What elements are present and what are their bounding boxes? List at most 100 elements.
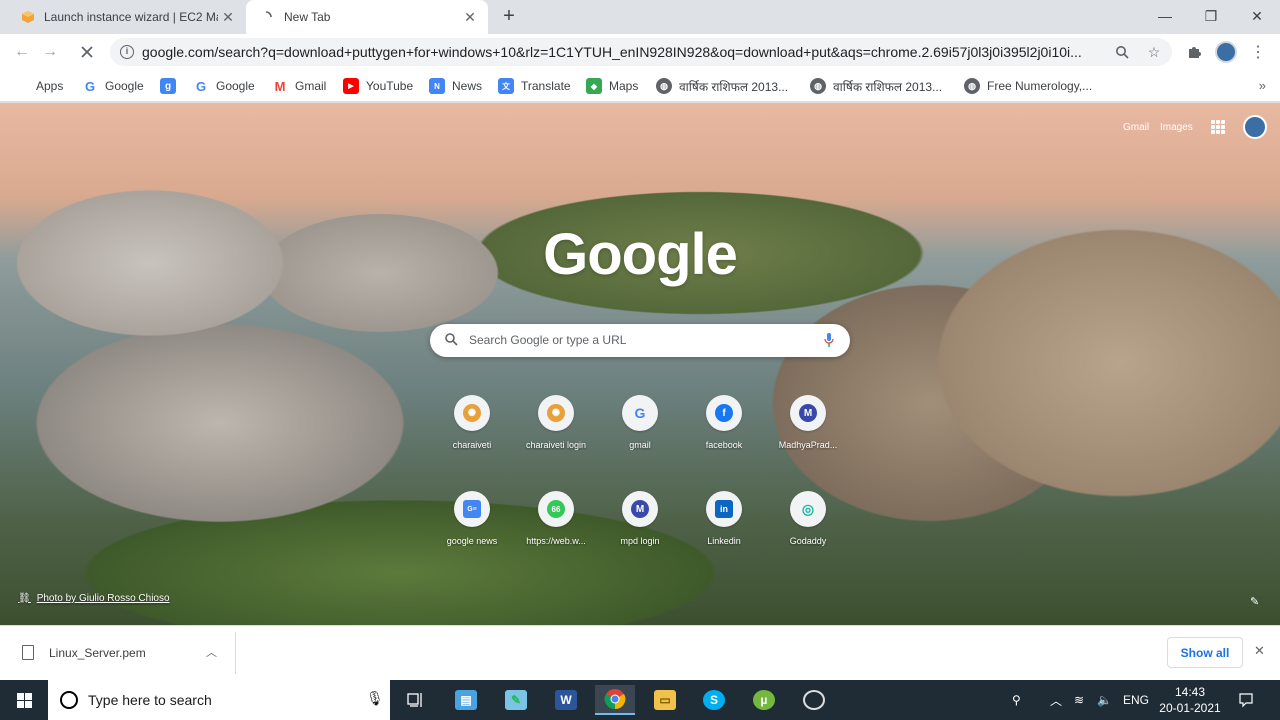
- shortcut-linkedin[interactable]: in Linkedin: [679, 491, 769, 546]
- download-item[interactable]: Linux_Server.pem ︿: [0, 632, 236, 674]
- close-window-button[interactable]: ✕: [1234, 0, 1280, 32]
- taskbar-search-box[interactable]: Type here to search 🎙: [48, 680, 390, 720]
- cortana-ring-icon: [60, 691, 78, 709]
- shortcut-mpd-login[interactable]: M mpd login: [595, 491, 685, 546]
- menu-kebab-icon[interactable]: ⋮: [1246, 40, 1270, 64]
- google-apps-icon[interactable]: [1211, 120, 1225, 134]
- bookmark-news[interactable]: N News: [429, 76, 482, 96]
- google-g-icon: G: [195, 78, 207, 94]
- word-icon[interactable]: W: [546, 685, 586, 715]
- bookmark-star-icon[interactable]: ☆: [1146, 44, 1162, 60]
- start-button[interactable]: [0, 680, 48, 720]
- microphone-icon[interactable]: 🎙: [366, 690, 384, 707]
- shortcut-label: gmail: [629, 440, 651, 450]
- restore-button[interactable]: ❐: [1188, 0, 1234, 32]
- volume-icon[interactable]: 🔈: [1097, 680, 1112, 720]
- search-placeholder[interactable]: Search Google or type a URL: [469, 333, 626, 347]
- voice-search-mic-icon[interactable]: [824, 332, 834, 348]
- tray-chevron-up-icon[interactable]: ︿: [1050, 680, 1062, 720]
- back-arrow-icon[interactable]: ←: [9, 39, 35, 65]
- aws-cube-icon: [20, 9, 36, 25]
- shortcut-madhyapradesh[interactable]: M MadhyaPrad...: [763, 395, 853, 450]
- taskbar-app-contacts-icon[interactable]: ▤: [446, 685, 486, 715]
- shortcut-icon-wrap: M: [790, 395, 826, 431]
- new-tab-button[interactable]: +: [498, 6, 520, 28]
- youtube-icon: ▶: [343, 78, 359, 94]
- bookmarks-overflow-icon[interactable]: »: [1259, 78, 1266, 93]
- shortcut-gmail[interactable]: G gmail: [595, 395, 685, 450]
- gmail-link[interactable]: Gmail: [1123, 122, 1149, 133]
- gmail-icon: M: [274, 78, 286, 94]
- bookmark-rashifal-1[interactable]: ◍ वार्षिक राशिफल 2013...: [656, 76, 788, 96]
- charaiveti-icon: ✺: [463, 404, 481, 422]
- photo-credit-link[interactable]: ⛓ Photo by Giulio Rosso Chioso: [18, 593, 170, 604]
- photo-credit-text: Photo by Giulio Rosso Chioso: [36, 593, 170, 604]
- shortcut-icon-wrap: 66: [538, 491, 574, 527]
- utorrent-icon[interactable]: µ: [744, 685, 784, 715]
- bookmark-gmail[interactable]: M Gmail: [272, 76, 327, 96]
- google-plus-icon: g: [160, 78, 176, 94]
- tab-ec2-wizard[interactable]: Launch instance wizard | EC2 Ma ✕: [8, 0, 246, 34]
- site-info-icon[interactable]: i: [120, 45, 134, 59]
- notifications-icon[interactable]: [1238, 680, 1254, 720]
- task-view-icon[interactable]: [396, 685, 436, 715]
- minimize-button[interactable]: —: [1142, 0, 1188, 32]
- zoom-search-icon[interactable]: [1114, 44, 1130, 60]
- bookmark-label: Gmail: [295, 79, 327, 93]
- shortcut-godaddy[interactable]: ◎ Godaddy: [763, 491, 853, 546]
- shortcut-charaiveti[interactable]: ✺ charaiveti: [427, 395, 517, 450]
- download-shelf: Linux_Server.pem ︿ Show all ✕: [0, 625, 1280, 680]
- bookmark-maps[interactable]: ◆ Maps: [586, 76, 638, 96]
- shortcut-charaiveti-login[interactable]: ✺ charaiveti login: [511, 395, 601, 450]
- ntp-search-box[interactable]: Search Google or type a URL: [430, 324, 850, 357]
- obs-icon[interactable]: [794, 685, 834, 715]
- tab-close-icon[interactable]: ✕: [460, 7, 480, 27]
- address-bar[interactable]: i google.com/search?q=download+puttygen+…: [110, 38, 1172, 66]
- shortcut-google-news[interactable]: G≡ google news: [427, 491, 517, 546]
- shortcut-icon-wrap: ◎: [790, 491, 826, 527]
- extensions-puzzle-icon[interactable]: [1182, 40, 1206, 64]
- customize-pencil-icon[interactable]: ✎: [1250, 595, 1259, 608]
- profile-avatar[interactable]: [1214, 40, 1238, 64]
- taskbar-app-paint-icon[interactable]: ✎: [496, 685, 536, 715]
- bookmark-google-plus[interactable]: g: [160, 76, 183, 96]
- tab-new-tab[interactable]: New Tab ✕: [246, 0, 488, 34]
- bookmark-youtube[interactable]: ▶ YouTube: [343, 76, 413, 96]
- stop-loading-icon[interactable]: [74, 39, 100, 65]
- people-icon[interactable]: ⚲: [1012, 680, 1021, 720]
- shortcut-facebook[interactable]: f facebook: [679, 395, 769, 450]
- bookmark-numerology[interactable]: ◍ Free Numerology,...: [964, 76, 1092, 96]
- shortcut-icon-wrap: G: [622, 395, 658, 431]
- shortcut-web-whatsapp[interactable]: 66 https://web.w...: [511, 491, 601, 546]
- chevron-up-icon[interactable]: ︿: [206, 644, 217, 660]
- account-avatar[interactable]: [1243, 115, 1267, 139]
- tab-strip: Launch instance wizard | EC2 Ma ✕ New Ta…: [0, 0, 1280, 34]
- shortcut-icon-wrap: in: [706, 491, 742, 527]
- bookmark-google[interactable]: G Google: [82, 76, 144, 96]
- shortcut-label: charaiveti login: [525, 440, 587, 450]
- loading-spinner-icon: [258, 9, 274, 25]
- skype-icon[interactable]: S: [694, 685, 734, 715]
- linkedin-icon: in: [715, 500, 733, 518]
- forward-arrow-icon[interactable]: →: [37, 39, 63, 65]
- wifi-icon[interactable]: ≋: [1074, 680, 1084, 720]
- taskbar-clock[interactable]: 14:43 20-01-2021: [1154, 684, 1226, 716]
- bookmark-translate[interactable]: 文 Translate: [498, 76, 571, 96]
- bookmark-label: वार्षिक राशिफल 2013...: [833, 79, 943, 94]
- bookmark-rashifal-2[interactable]: ◍ वार्षिक राशिफल 2013...: [810, 76, 942, 96]
- file-explorer-icon[interactable]: ▭: [645, 685, 685, 715]
- google-logo: Google: [543, 222, 738, 287]
- close-icon[interactable]: ✕: [1254, 643, 1265, 659]
- bookmark-apps[interactable]: Apps: [15, 76, 63, 96]
- windows-taskbar: Type here to search 🎙 ▤ ✎ W ▭ S µ ⚲ ︿ ≋ …: [0, 680, 1280, 720]
- show-all-button[interactable]: Show all: [1167, 637, 1243, 668]
- address-url[interactable]: google.com/search?q=download+puttygen+fo…: [142, 44, 1102, 60]
- shortcut-label: MadhyaPrad...: [778, 440, 838, 450]
- shortcut-label: mpd login: [620, 536, 660, 546]
- bookmark-google-2[interactable]: G Google: [193, 76, 255, 96]
- bookmarks-bar: Apps G Google g G Google M Gmail ▶ YouTu…: [0, 70, 1280, 102]
- tab-close-icon[interactable]: ✕: [218, 7, 238, 27]
- images-link[interactable]: Images: [1160, 122, 1193, 133]
- chrome-icon[interactable]: [595, 685, 635, 715]
- language-indicator[interactable]: ENG: [1123, 680, 1149, 720]
